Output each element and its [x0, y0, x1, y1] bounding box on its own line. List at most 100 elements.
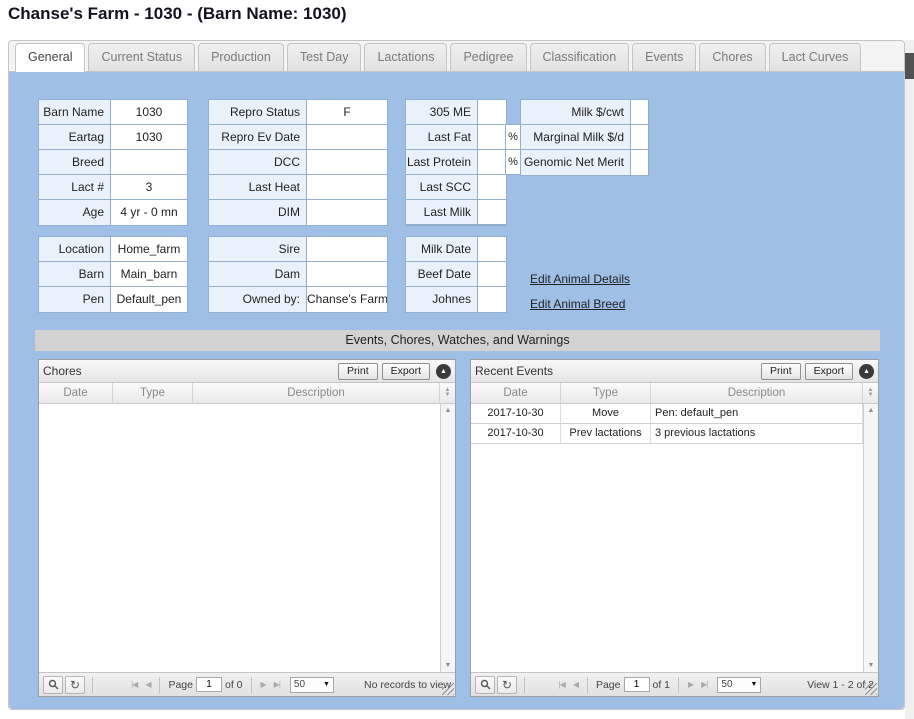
field-label: Sire [209, 237, 307, 261]
field-row: Repro Ev Date [209, 125, 387, 150]
scrollbar-thumb[interactable] [905, 53, 914, 79]
search-button[interactable] [43, 675, 63, 694]
page-input[interactable] [196, 677, 222, 692]
field-label: Pen [39, 287, 111, 312]
edit-animal-breed-link[interactable]: Edit Animal Breed [530, 297, 625, 311]
field-row: Last SCC [406, 175, 506, 200]
edit-animal-details-link[interactable]: Edit Animal Details [530, 272, 630, 286]
tab-general[interactable]: General [15, 43, 86, 72]
field-value [478, 287, 506, 312]
first-page-button[interactable]: |◀ [555, 680, 569, 689]
tab-test-day[interactable]: Test Day [286, 43, 362, 71]
field-label: Lact # [39, 175, 111, 199]
export-button[interactable]: Export [804, 362, 853, 380]
column-header-date[interactable]: Date [39, 383, 113, 403]
next-page-button[interactable]: ▶ [684, 680, 697, 689]
pager-separator [250, 676, 252, 693]
refresh-button[interactable]: ↻ [65, 675, 85, 694]
field-value [307, 175, 387, 199]
last-page-button[interactable]: ▶| [270, 680, 284, 689]
field-value [307, 237, 387, 261]
page-label: Page [595, 678, 621, 691]
tab-current-status[interactable]: Current Status [88, 43, 196, 71]
first-page-button[interactable]: |◀ [127, 680, 141, 689]
column-header-type[interactable]: Type [561, 383, 651, 403]
field-value: 1030 [111, 100, 187, 124]
field-row: Last Heat [209, 175, 387, 200]
scrollbar[interactable]: ▲ ▼ [440, 404, 455, 672]
next-page-button[interactable]: ▶ [257, 680, 270, 689]
page-title: Chanse's Farm - 1030 - (Barn Name: 1030) [8, 4, 347, 23]
field-value [478, 100, 506, 124]
export-button[interactable]: Export [381, 362, 430, 380]
column-header-description[interactable]: Description [651, 383, 863, 403]
pager-separator [92, 676, 93, 693]
sort-icons: ▲ ▼ [440, 383, 455, 403]
refresh-button[interactable]: ↻ [497, 675, 517, 694]
location-table: Location Home_farm Barn Main_barn Pen Defau… [38, 236, 188, 313]
tab-lact-curves[interactable]: Lact Curves [768, 43, 862, 71]
field-label: Beef Date [406, 262, 478, 286]
scrollbar[interactable]: ▲ ▼ [863, 404, 878, 672]
field-row: Beef Date [406, 262, 506, 287]
table-row[interactable]: 2017-10-30 Move Pen: default_pen [471, 404, 863, 424]
chores-body: ▲ ▼ [39, 404, 455, 672]
pager-separator [159, 676, 161, 693]
collapse-button[interactable]: ▲ [436, 363, 451, 379]
scroll-up-icon[interactable]: ▲ [868, 404, 875, 417]
field-row: Milk Date [406, 237, 506, 262]
field-value: F [307, 100, 387, 124]
percent-suffix: % [505, 124, 521, 150]
identity-table: Barn Name 1030 Eartag 1030 Breed Lact #3 A… [38, 99, 188, 226]
resize-grip[interactable] [442, 683, 454, 695]
print-button[interactable]: Print [338, 362, 378, 380]
page-size-select[interactable]: 50 ▼ [289, 676, 334, 693]
field-value: 3 [111, 175, 187, 199]
last-page-button[interactable]: ▶| [697, 680, 711, 689]
tab-lactations[interactable]: Lactations [364, 43, 448, 71]
field-label: Age [39, 200, 111, 225]
prev-page-button[interactable]: ◀ [141, 680, 154, 689]
tab-pedigree[interactable]: Pedigree [450, 43, 527, 71]
column-header-type[interactable]: Type [113, 383, 193, 403]
page-size-select[interactable]: 50 ▼ [717, 676, 762, 693]
page-input[interactable] [623, 677, 650, 692]
prev-page-button[interactable]: ◀ [569, 680, 582, 689]
tab-chores[interactable]: Chores [699, 43, 766, 71]
cell-description: Pen: default_pen [651, 404, 863, 423]
resize-grip[interactable] [865, 683, 877, 695]
field-row: Lact #3 [39, 175, 187, 200]
field-row: Age 4 yr - 0 mn [39, 200, 187, 225]
print-button[interactable]: Print [761, 362, 801, 380]
field-label: Milk $/cwt [521, 100, 631, 124]
chores-rows [39, 404, 440, 672]
tab-events[interactable]: Events [632, 43, 697, 71]
tab-production[interactable]: Production [198, 43, 284, 71]
field-value: Chanse's Farm [307, 287, 387, 312]
pager-nav: |◀ ◀ Page of 1 ▶ ▶| 50 ▼ [530, 676, 786, 693]
field-row: Milk $/cwt [521, 100, 648, 125]
scroll-up-icon[interactable]: ▲ [445, 404, 452, 417]
page-scrollbar[interactable] [905, 40, 914, 719]
tab-classification[interactable]: Classification [529, 43, 630, 71]
pager-nav: |◀ ◀ Page of 0 ▶ ▶| 50 ▼ [98, 676, 363, 693]
field-value [307, 125, 387, 149]
recent-events-panel: Recent Events Print Export ▲ Date Type D… [470, 359, 879, 697]
field-row: Last Protein [406, 150, 506, 175]
refresh-icon: ↻ [501, 677, 513, 692]
field-value [307, 262, 387, 286]
collapse-button[interactable]: ▲ [859, 363, 874, 379]
events-pager: ↻ |◀ ◀ Page of 1 ▶ ▶| 50 ▼ [471, 672, 878, 696]
table-row[interactable]: 2017-10-30 Prev lactations 3 previous la… [471, 424, 863, 444]
column-header-date[interactable]: Date [471, 383, 561, 403]
cell-date: 2017-10-30 [471, 424, 561, 443]
field-value [478, 262, 506, 286]
field-row: Sire [209, 237, 387, 262]
column-header-description[interactable]: Description [193, 383, 440, 403]
field-row: Barn Name 1030 [39, 100, 187, 125]
search-button[interactable] [475, 675, 495, 694]
field-value: Home_farm [111, 237, 187, 261]
scroll-down-icon[interactable]: ▼ [445, 659, 452, 672]
scroll-down-icon[interactable]: ▼ [868, 659, 875, 672]
chores-pager: ↻ |◀ ◀ Page of 0 ▶ ▶| 50 ▼ [39, 672, 455, 696]
